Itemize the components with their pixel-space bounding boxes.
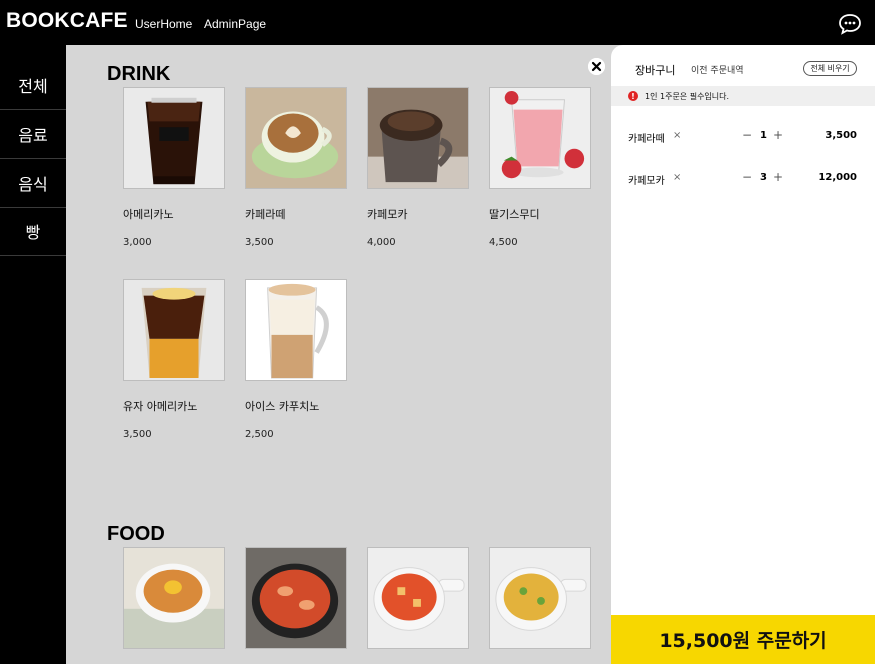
remove-item-icon[interactable]: × bbox=[673, 172, 681, 183]
top-navbar: BOOKCAFE UserHome AdminPage bbox=[0, 0, 875, 45]
product-list-area: DRINK 아메리카노 3,000 카페라떼 3,500 카페모카 4,000 … bbox=[66, 45, 611, 664]
product-price: 2,500 bbox=[245, 429, 274, 440]
gratin-image bbox=[489, 547, 591, 649]
product-price: 4,500 bbox=[489, 237, 518, 248]
product-card[interactable]: 카페라떼 3,500 bbox=[245, 87, 347, 248]
cart-item: 카페라떼 × − 1 + 3,500 bbox=[611, 127, 875, 147]
cart-item-price: 3,500 bbox=[825, 130, 857, 141]
close-cart-button[interactable] bbox=[588, 58, 605, 75]
product-card[interactable] bbox=[489, 547, 591, 649]
order-button[interactable]: 15,500원 주문하기 bbox=[611, 615, 875, 664]
brand-logo[interactable]: BOOKCAFE bbox=[6, 9, 128, 33]
cart-item-name: 카페라떼 bbox=[628, 134, 665, 145]
qty-minus-button[interactable]: − bbox=[742, 170, 752, 184]
product-card[interactable]: 아이스 카푸치노 2,500 bbox=[245, 279, 347, 440]
strawberry-smoothie-image bbox=[489, 87, 591, 189]
nav-adminpage-link[interactable]: AdminPage bbox=[204, 17, 266, 31]
product-name: 아메리카노 bbox=[123, 208, 174, 221]
qty-plus-button[interactable]: + bbox=[773, 170, 783, 184]
americano-image bbox=[123, 87, 225, 189]
product-price: 3,500 bbox=[123, 429, 152, 440]
qty-minus-button[interactable]: − bbox=[742, 128, 752, 142]
notice-text: 1인 1주문은 필수입니다. bbox=[645, 92, 730, 101]
cart-item-name: 카페모카 bbox=[628, 176, 665, 187]
qty-value: 1 bbox=[760, 130, 767, 141]
tteokbokki-image bbox=[367, 547, 469, 649]
product-card[interactable] bbox=[123, 547, 225, 649]
qty-value: 3 bbox=[760, 172, 767, 183]
cafe-latte-image bbox=[245, 87, 347, 189]
section-title-food: FOOD bbox=[107, 523, 165, 545]
product-name: 아이스 카푸치노 bbox=[245, 400, 320, 413]
notice-bar: ! 1인 1주문은 필수입니다. bbox=[611, 86, 875, 106]
product-card[interactable]: 유자 아메리카노 3,500 bbox=[123, 279, 225, 440]
product-card[interactable] bbox=[245, 547, 347, 649]
product-name: 카페라떼 bbox=[245, 208, 286, 221]
yuja-americano-image bbox=[123, 279, 225, 381]
nav-userhome-link[interactable]: UserHome bbox=[135, 17, 192, 31]
product-price: 3,500 bbox=[245, 237, 274, 248]
sidebar-item-food[interactable]: 음식 bbox=[0, 159, 66, 208]
ramen-image bbox=[123, 547, 225, 649]
product-name: 카페모카 bbox=[367, 208, 408, 221]
product-card[interactable]: 아메리카노 3,000 bbox=[123, 87, 225, 248]
category-sidebar: 전체 음료 음식 빵 bbox=[0, 45, 66, 664]
iced-cappuccino-image bbox=[245, 279, 347, 381]
qty-plus-button[interactable]: + bbox=[773, 128, 783, 142]
alert-icon: ! bbox=[628, 91, 638, 101]
product-card[interactable]: 카페모카 4,000 bbox=[367, 87, 469, 248]
cart-item-price: 12,000 bbox=[818, 172, 857, 183]
product-card[interactable] bbox=[367, 547, 469, 649]
section-title-drink: DRINK bbox=[107, 63, 171, 85]
cafe-mocha-image bbox=[367, 87, 469, 189]
product-name: 유자 아메리카노 bbox=[123, 400, 198, 413]
sidebar-item-drink[interactable]: 음료 bbox=[0, 110, 66, 159]
cart-panel: 장바구니 이전 주문내역 전체 비우기 ! 1인 1주문은 필수입니다. 카페라… bbox=[611, 45, 875, 664]
sidebar-item-bread[interactable]: 빵 bbox=[0, 207, 66, 256]
tab-order-history[interactable]: 이전 주문내역 bbox=[691, 63, 744, 76]
remove-item-icon[interactable]: × bbox=[673, 130, 681, 141]
chat-bubble-icon[interactable] bbox=[838, 13, 862, 35]
tab-cart[interactable]: 장바구니 bbox=[635, 62, 675, 78]
product-card[interactable]: 딸기스무디 4,500 bbox=[489, 87, 591, 248]
product-price: 4,000 bbox=[367, 237, 396, 248]
close-icon bbox=[588, 58, 605, 75]
clear-cart-button[interactable]: 전체 비우기 bbox=[803, 61, 857, 76]
product-price: 3,000 bbox=[123, 237, 152, 248]
cart-item: 카페모카 × − 3 + 12,000 bbox=[611, 169, 875, 189]
spicy-pasta-image bbox=[245, 547, 347, 649]
product-name: 딸기스무디 bbox=[489, 208, 540, 221]
sidebar-item-all[interactable]: 전체 bbox=[0, 61, 66, 110]
